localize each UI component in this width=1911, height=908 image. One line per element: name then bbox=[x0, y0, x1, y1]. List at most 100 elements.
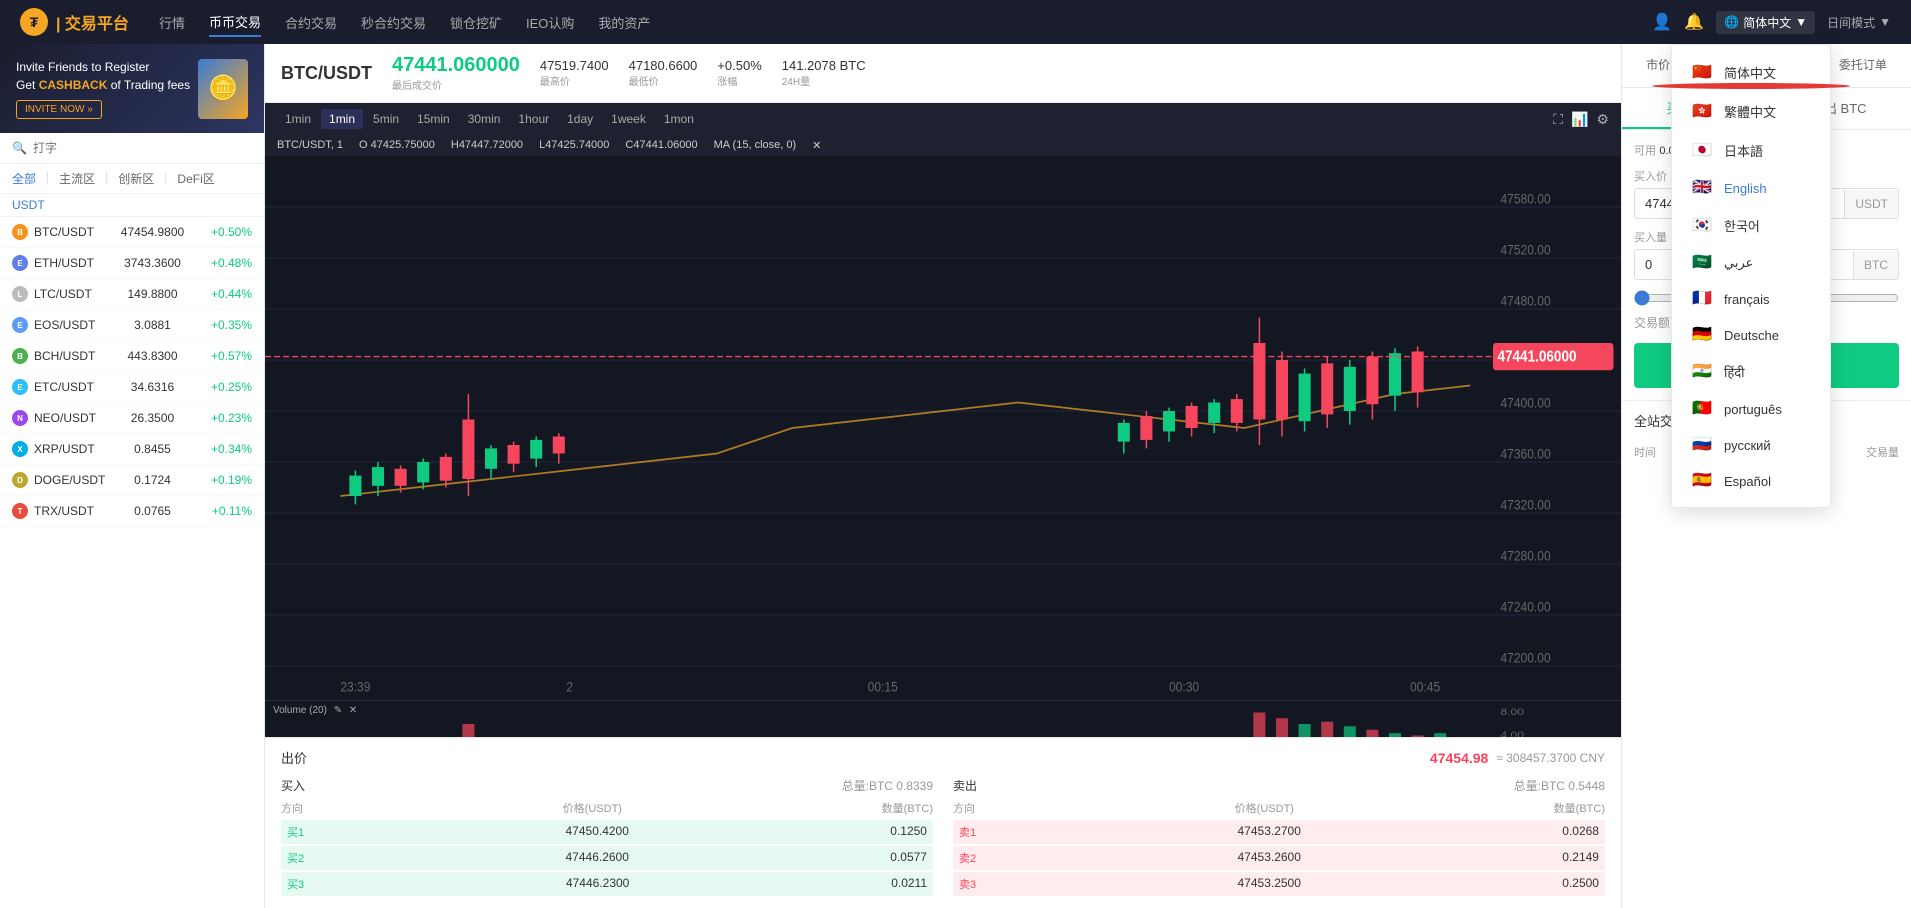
chart-pair-label: BTC/USDT, 1 bbox=[277, 139, 343, 152]
lang-option-english[interactable]: 🇬🇧 English bbox=[1672, 170, 1830, 206]
flag-korea: 🇰🇷 bbox=[1692, 218, 1714, 234]
tab-defi[interactable]: DeFi区 bbox=[177, 170, 214, 187]
nav-item-spot[interactable]: 币币交易 bbox=[209, 8, 261, 37]
list-item[interactable]: B BCH/USDT 443.8300 +0.57% bbox=[0, 341, 264, 372]
list-item[interactable]: N NEO/USDT 26.3500 +0.23% bbox=[0, 403, 264, 434]
coin-price: 26.3500 bbox=[113, 411, 192, 425]
ticker: BTC/USDT 47441.060000 最后成交价 47519.7400 最… bbox=[265, 44, 1621, 103]
chart-canvas[interactable]: 47580.00 47520.00 47480.00 47440.00 4740… bbox=[265, 156, 1621, 700]
lang-option-russian[interactable]: 🇷🇺 русский bbox=[1672, 427, 1830, 463]
ob-sell-row-1[interactable]: 卖1 47453.2700 0.0268 bbox=[953, 820, 1605, 844]
svg-text:47580.00: 47580.00 bbox=[1500, 191, 1550, 207]
lang-option-hindi[interactable]: 🇮🇳 हिंदी bbox=[1672, 353, 1830, 391]
svg-text:47200.00: 47200.00 bbox=[1500, 650, 1550, 666]
flag-russia: 🇷🇺 bbox=[1692, 437, 1714, 453]
chart-ma-close-icon[interactable]: ✕ bbox=[812, 139, 821, 152]
chart-h: H47447.72000 bbox=[451, 139, 523, 152]
invite-button[interactable]: INVITE NOW » bbox=[16, 100, 102, 119]
time-btn-active[interactable]: 1min bbox=[321, 109, 363, 129]
search-input[interactable] bbox=[33, 141, 252, 155]
lang-option-portuguese[interactable]: 🇵🇹 português bbox=[1672, 391, 1830, 427]
tab-new[interactable]: 创新区 bbox=[118, 170, 154, 187]
chevron-down-icon: ▼ bbox=[1879, 15, 1891, 29]
fullscreen-icon[interactable]: ⛶ bbox=[1553, 111, 1563, 128]
ticker-volume-item: 141.2078 BTC 24H量 bbox=[782, 58, 866, 88]
coin-price: 0.0765 bbox=[113, 504, 192, 518]
ob-buy-row-2[interactable]: 买2 47446.2600 0.0577 bbox=[281, 846, 933, 870]
coin-price: 3743.3600 bbox=[113, 256, 192, 270]
ob-buy-cols: 方向 价格(USDT) 数量(BTC) bbox=[281, 800, 933, 816]
buy-qty-unit: BTC bbox=[1853, 251, 1898, 279]
language-button[interactable]: 🌐 简体中文 ▼ bbox=[1716, 11, 1815, 34]
chart-type-icon[interactable]: 📊 bbox=[1571, 111, 1588, 128]
ob-sell-row-2[interactable]: 卖2 47453.2600 0.2149 bbox=[953, 846, 1605, 870]
coin-name: BCH/USDT bbox=[34, 349, 113, 363]
time-btn-1hour[interactable]: 1hour bbox=[510, 109, 557, 129]
svg-text:23:39: 23:39 bbox=[340, 679, 370, 695]
nav-item-mining[interactable]: 锁仓挖矿 bbox=[450, 9, 502, 36]
nav-items: 行情 币币交易 合约交易 秒合约交易 锁仓挖矿 IEO认购 我的资产 bbox=[159, 8, 1652, 37]
coin-icon: B bbox=[12, 348, 28, 364]
ob-buy-row-3[interactable]: 买3 47446.2300 0.0211 bbox=[281, 872, 933, 896]
volume-edit-icon[interactable]: ✎ bbox=[334, 705, 342, 716]
lang-option-simplified-chinese[interactable]: 🇨🇳 简体中文 bbox=[1672, 53, 1830, 92]
sidebar: Invite Friends to Register Get CASHBACK … bbox=[0, 44, 265, 908]
ticker-high-label: 最高价 bbox=[540, 73, 609, 88]
list-item[interactable]: T TRX/USDT 0.0765 +0.11% bbox=[0, 496, 264, 527]
svg-text:4.00: 4.00 bbox=[1500, 730, 1523, 737]
time-btn-5min[interactable]: 5min bbox=[365, 109, 407, 129]
time-btn-1week[interactable]: 1week bbox=[603, 109, 654, 129]
out-price-value: 47454.98 bbox=[1430, 750, 1488, 766]
list-item[interactable]: X XRP/USDT 0.8455 +0.34% bbox=[0, 434, 264, 465]
lang-option-korean[interactable]: 🇰🇷 한국어 bbox=[1672, 206, 1830, 245]
ticker-change: +0.50% bbox=[717, 58, 761, 73]
available-label: 可用 bbox=[1634, 145, 1656, 157]
settings-icon[interactable]: ⚙ bbox=[1596, 111, 1609, 128]
time-btn-1day[interactable]: 1day bbox=[559, 109, 601, 129]
flag-hk: 🇭🇰 bbox=[1692, 104, 1714, 120]
time-btn-15min[interactable]: 15min bbox=[409, 109, 458, 129]
tab-main[interactable]: 主流区 bbox=[59, 170, 95, 187]
list-item[interactable]: B BTC/USDT 47454.9800 +0.50% bbox=[0, 217, 264, 248]
time-btn-30min[interactable]: 30min bbox=[460, 109, 509, 129]
list-item[interactable]: L LTC/USDT 149.8800 +0.44% bbox=[0, 279, 264, 310]
order-book-sell-side: 卖出 总量:BTC 0.5448 方向 价格(USDT) 数量(BTC) 卖1 … bbox=[953, 777, 1605, 898]
ob-sell-row-3[interactable]: 卖3 47453.2500 0.2500 bbox=[953, 872, 1605, 896]
nav-item-market[interactable]: 行情 bbox=[159, 9, 185, 36]
out-price-label: 出价 bbox=[281, 748, 307, 767]
flag-china: 🇨🇳 bbox=[1692, 65, 1714, 81]
list-item[interactable]: E ETC/USDT 34.6316 +0.25% bbox=[0, 372, 264, 403]
svg-text:47441.06000: 47441.06000 bbox=[1497, 349, 1576, 366]
list-item[interactable]: D DOGE/USDT 0.1724 +0.19% bbox=[0, 465, 264, 496]
logo[interactable]: ₮ | 交易平台 bbox=[20, 8, 129, 36]
ob-buy-header: 买入 总量:BTC 0.8339 bbox=[281, 777, 933, 794]
coin-icon: X bbox=[12, 441, 28, 457]
time-btn-1min[interactable]: 1min bbox=[277, 109, 319, 129]
nav-item-ieo[interactable]: IEO认购 bbox=[526, 9, 574, 36]
nav-item-second-futures[interactable]: 秒合约交易 bbox=[361, 9, 426, 36]
nav-item-assets[interactable]: 我的资产 bbox=[598, 9, 650, 36]
lang-label-english: English bbox=[1724, 181, 1767, 196]
volume-section: 8.00 4.00 0.00 bbox=[265, 700, 1621, 737]
coin-change: +0.23% bbox=[192, 411, 252, 425]
ob-buy-row-1[interactable]: 买1 47450.4200 0.1250 bbox=[281, 820, 933, 844]
volume-close-icon[interactable]: ✕ bbox=[349, 705, 357, 716]
lang-option-german[interactable]: 🇩🇪 Deutsche bbox=[1672, 317, 1830, 353]
lang-option-traditional-chinese[interactable]: 🇭🇰 繁體中文 bbox=[1672, 92, 1830, 131]
flag-spain: 🇪🇸 bbox=[1692, 473, 1714, 489]
time-btn-1mon[interactable]: 1mon bbox=[656, 109, 702, 129]
lang-option-japanese[interactable]: 🇯🇵 日本語 bbox=[1672, 131, 1830, 170]
lang-option-french[interactable]: 🇫🇷 français bbox=[1672, 281, 1830, 317]
lang-option-arabic[interactable]: 🇸🇦 عربي bbox=[1672, 245, 1830, 281]
list-item[interactable]: E ETH/USDT 3743.3600 +0.48% bbox=[0, 248, 264, 279]
tab-all[interactable]: 全部 bbox=[12, 170, 36, 187]
user-icon[interactable]: 👤 bbox=[1652, 12, 1672, 32]
theme-button[interactable]: 日间模式 ▼ bbox=[1827, 14, 1891, 31]
bell-icon[interactable]: 🔔 bbox=[1684, 12, 1704, 32]
nav-item-futures[interactable]: 合约交易 bbox=[285, 9, 337, 36]
lang-option-spanish[interactable]: 🇪🇸 Español bbox=[1672, 463, 1830, 499]
list-item[interactable]: E EOS/USDT 3.0881 +0.35% bbox=[0, 310, 264, 341]
ticker-price-item: 47441.060000 最后成交价 bbox=[392, 54, 520, 92]
banner-line1: Invite Friends to Register bbox=[16, 58, 198, 76]
chart-ma-label: MA (15, close, 0) bbox=[714, 139, 797, 152]
